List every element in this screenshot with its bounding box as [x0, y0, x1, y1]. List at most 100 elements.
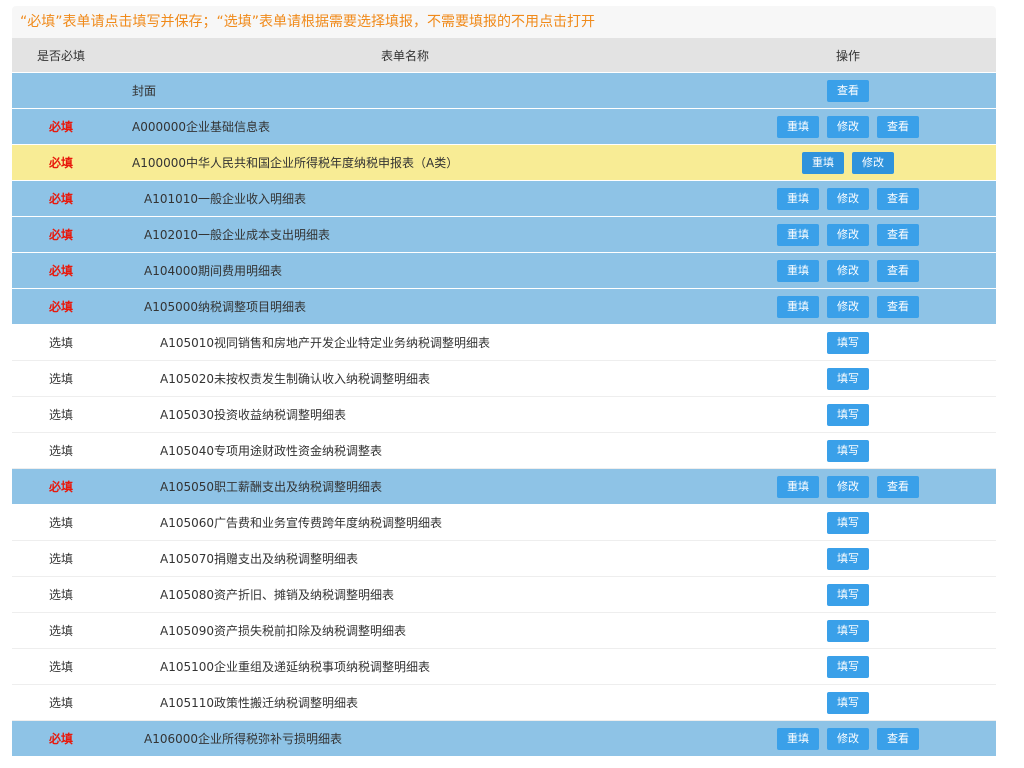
form-name-cell: A100000中华人民共和国企业所得税年度纳税申报表（A类） [110, 144, 700, 181]
required-cell: 选填 [12, 396, 110, 433]
fill-button[interactable]: 填写 [827, 547, 869, 570]
fill-button[interactable]: 填写 [827, 619, 869, 642]
table-row: 选填 A105080资产折旧、摊销及纳税调整明细表 填写 [12, 576, 996, 613]
form-name: A105010视同销售和房地产开发企业特定业务纳税调整明细表 [160, 336, 491, 350]
optional-label: 选填 [48, 588, 73, 602]
view-button[interactable]: 查看 [827, 79, 869, 102]
table-row: 选填 A105030投资收益纳税调整明细表 填写 [12, 396, 996, 433]
optional-label: 选填 [48, 552, 73, 566]
edit-button[interactable]: 修改 [852, 151, 894, 174]
operations-cell: 填写 [700, 540, 996, 577]
optional-label: 选填 [48, 516, 73, 530]
refill-button[interactable]: 重填 [777, 727, 819, 750]
view-button[interactable]: 查看 [877, 223, 919, 246]
form-name: A105020未按权责发生制确认收入纳税调整明细表 [160, 372, 431, 386]
optional-label: 选填 [48, 444, 73, 458]
edit-button[interactable]: 修改 [827, 475, 869, 498]
form-name-cell: A104000期间费用明细表 [110, 252, 700, 289]
table-row: 必填 A000000企业基础信息表 重填 修改 查看 [12, 108, 996, 145]
form-name: A105100企业重组及递延纳税事项纳税调整明细表 [160, 660, 431, 674]
table-row: 封面 查看 [12, 72, 996, 109]
required-cell: 选填 [12, 504, 110, 541]
edit-button[interactable]: 修改 [827, 187, 869, 210]
operations-cell: 查看 [700, 72, 996, 109]
required-cell: 必填 [12, 108, 110, 145]
refill-button[interactable]: 重填 [777, 187, 819, 210]
fill-button[interactable]: 填写 [827, 691, 869, 714]
form-name-cell: A102010一般企业成本支出明细表 [110, 216, 700, 253]
operations-cell: 填写 [700, 612, 996, 649]
form-name-cell: A000000企业基础信息表 [110, 108, 700, 145]
operations-cell: 填写 [700, 648, 996, 685]
optional-label: 选填 [48, 408, 73, 422]
required-badge: 必填 [48, 300, 73, 314]
form-name-cell: A101010一般企业收入明细表 [110, 180, 700, 217]
view-button[interactable]: 查看 [877, 295, 919, 318]
edit-button[interactable]: 修改 [827, 223, 869, 246]
edit-button[interactable]: 修改 [827, 727, 869, 750]
form-name: A105110政策性搬迁纳税调整明细表 [160, 696, 359, 710]
form-name-cell: A105020未按权责发生制确认收入纳税调整明细表 [110, 360, 700, 397]
required-cell: 必填 [12, 252, 110, 289]
required-cell: 选填 [12, 684, 110, 721]
table-row: 选填 A105060广告费和业务宣传费跨年度纳税调整明细表 填写 [12, 504, 996, 541]
refill-button[interactable]: 重填 [777, 259, 819, 282]
form-name-cell: A106000企业所得税弥补亏损明细表 [110, 720, 700, 757]
table-row: 选填 A105010视同销售和房地产开发企业特定业务纳税调整明细表 填写 [12, 324, 996, 361]
fill-button[interactable]: 填写 [827, 511, 869, 534]
form-name: A105090资产损失税前扣除及纳税调整明细表 [160, 624, 407, 638]
refill-button[interactable]: 重填 [777, 115, 819, 138]
view-button[interactable]: 查看 [877, 187, 919, 210]
table-row: 必填 A101010一般企业收入明细表 重填 修改 查看 [12, 180, 996, 217]
form-name: A105080资产折旧、摊销及纳税调整明细表 [160, 588, 395, 602]
table-row: 选填 A105110政策性搬迁纳税调整明细表 填写 [12, 684, 996, 721]
form-table-body: 封面 查看 必填 A000000企业基础信息表 重填 修改 查看 必填 A100000中华人民共… [12, 72, 996, 757]
required-badge: 必填 [48, 156, 73, 170]
fill-button[interactable]: 填写 [827, 655, 869, 678]
form-name-cell: A105060广告费和业务宣传费跨年度纳税调整明细表 [110, 504, 700, 541]
view-button[interactable]: 查看 [877, 475, 919, 498]
required-cell: 必填 [12, 180, 110, 217]
fill-button[interactable]: 填写 [827, 331, 869, 354]
form-name-cell: A105000纳税调整项目明细表 [110, 288, 700, 325]
required-cell: 选填 [12, 612, 110, 649]
refill-button[interactable]: 重填 [777, 223, 819, 246]
table-row: 选填 A105040专项用途财政性资金纳税调整表 填写 [12, 432, 996, 469]
refill-button[interactable]: 重填 [777, 475, 819, 498]
form-name: 封面 [132, 84, 157, 98]
fill-button[interactable]: 填写 [827, 403, 869, 426]
header-operations: 操作 [700, 38, 996, 73]
refill-button[interactable]: 重填 [802, 151, 844, 174]
required-badge: 必填 [48, 264, 73, 278]
required-cell: 选填 [12, 540, 110, 577]
view-button[interactable]: 查看 [877, 259, 919, 282]
form-name-cell: A105030投资收益纳税调整明细表 [110, 396, 700, 433]
required-badge: 必填 [48, 228, 73, 242]
instruction-notice: “必填”表单请点击填写并保存；“选填”表单请根据需要选择填报，不需要填报的不用点… [12, 6, 996, 38]
required-badge: 必填 [48, 732, 73, 746]
operations-cell: 重填 修改 查看 [700, 108, 996, 145]
edit-button[interactable]: 修改 [827, 115, 869, 138]
form-name: A100000中华人民共和国企业所得税年度纳税申报表（A类） [132, 156, 459, 170]
edit-button[interactable]: 修改 [827, 259, 869, 282]
form-name: A105070捐赠支出及纳税调整明细表 [160, 552, 359, 566]
fill-button[interactable]: 填写 [827, 583, 869, 606]
operations-cell: 重填 修改 查看 [700, 180, 996, 217]
view-button[interactable]: 查看 [877, 115, 919, 138]
view-button[interactable]: 查看 [877, 727, 919, 750]
table-row: 选填 A105020未按权责发生制确认收入纳税调整明细表 填写 [12, 360, 996, 397]
fill-button[interactable]: 填写 [827, 439, 869, 462]
form-name-cell: A105090资产损失税前扣除及纳税调整明细表 [110, 612, 700, 649]
operations-cell: 填写 [700, 432, 996, 469]
required-cell: 必填 [12, 288, 110, 325]
required-badge: 必填 [48, 480, 73, 494]
operations-cell: 填写 [700, 504, 996, 541]
refill-button[interactable]: 重填 [777, 295, 819, 318]
form-list-panel: “必填”表单请点击填写并保存；“选填”表单请根据需要选择填报，不需要填报的不用点… [12, 6, 996, 757]
operations-cell: 重填 修改 查看 [700, 288, 996, 325]
form-name: A105060广告费和业务宣传费跨年度纳税调整明细表 [160, 516, 443, 530]
form-name-cell: A105100企业重组及递延纳税事项纳税调整明细表 [110, 648, 700, 685]
required-cell: 选填 [12, 432, 110, 469]
fill-button[interactable]: 填写 [827, 367, 869, 390]
edit-button[interactable]: 修改 [827, 295, 869, 318]
